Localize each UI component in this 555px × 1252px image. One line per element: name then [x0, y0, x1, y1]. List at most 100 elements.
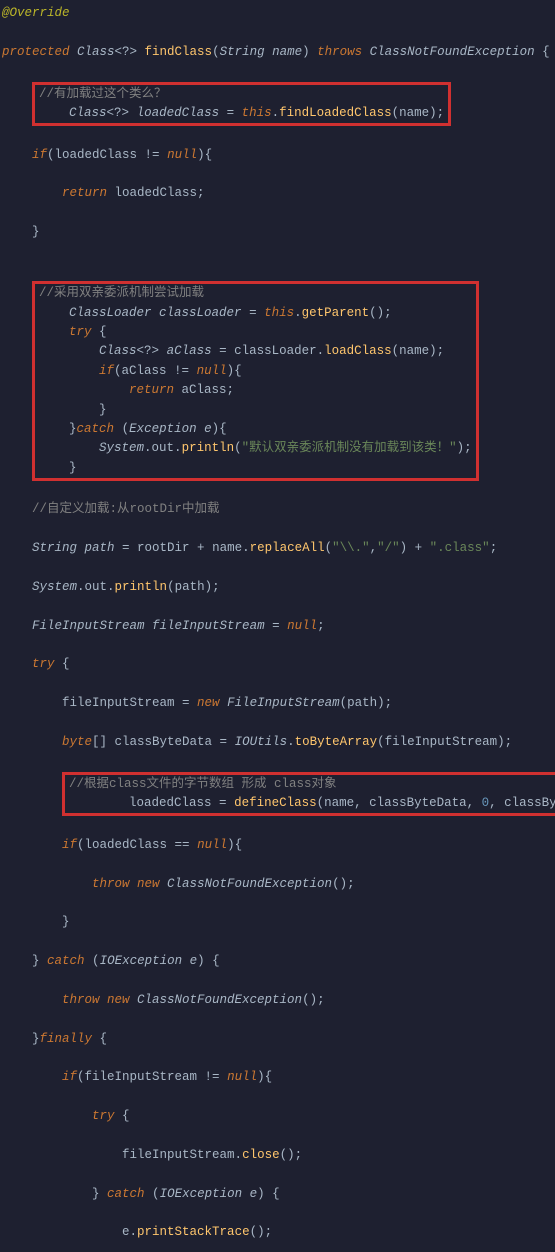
paren: (: [325, 541, 333, 555]
annotation: @Override: [2, 6, 70, 20]
brace: ){: [212, 422, 227, 436]
cond: (loadedClass !=: [47, 148, 167, 162]
var-path: path: [85, 541, 115, 555]
string-literal: ".class": [430, 541, 490, 555]
comma: ,: [370, 541, 378, 555]
kw-catch: catch: [107, 1187, 152, 1201]
brace: {: [122, 1109, 130, 1123]
kw-catch: catch: [77, 422, 122, 436]
kw-this: this: [264, 306, 294, 320]
paren: (: [234, 441, 242, 455]
kw-throws: throws: [317, 45, 370, 59]
expr: fileInputStream.: [122, 1148, 242, 1162]
generic: <?>: [115, 45, 145, 59]
brace: ){: [227, 364, 242, 378]
kw-this: this: [242, 106, 272, 120]
brace: }: [92, 1187, 107, 1201]
paren: );: [457, 441, 472, 455]
method-findclass: findClass: [145, 45, 213, 59]
type-classloader: ClassLoader: [69, 306, 159, 320]
kw-catch: catch: [47, 954, 92, 968]
var-aclass: aClass: [167, 344, 212, 358]
assign: fileInputStream =: [62, 696, 197, 710]
highlight-box-3: //根据class文件的字节数组 形成 class对象 loadedClass …: [62, 772, 555, 817]
code-editor[interactable]: @Override protected Class<?> findClass(S…: [0, 0, 555, 1252]
paren: ();: [250, 1225, 273, 1239]
string-literal: "默认双亲委派机制没有加载到该类！": [242, 441, 457, 455]
brace: }: [32, 954, 47, 968]
paren: ();: [332, 877, 355, 891]
type-class: Class: [69, 106, 107, 120]
class-system: System: [32, 580, 77, 594]
type-string: String: [32, 541, 85, 555]
concat: ) +: [400, 541, 430, 555]
kw-try: try: [69, 325, 99, 339]
kw-if: if: [32, 148, 47, 162]
string-literal: "/": [377, 541, 400, 555]
exception-param: IOException e: [160, 1187, 258, 1201]
args: (fileInputStream);: [377, 735, 512, 749]
class-system: System: [99, 441, 144, 455]
args: , classByteData.length): [489, 796, 555, 810]
kw-if: if: [99, 364, 114, 378]
expr: = classLoader.: [212, 344, 325, 358]
kw-if: if: [62, 1070, 77, 1084]
highlight-box-2: //采用双亲委派机制尝试加载 ClassLoader classLoader =…: [32, 281, 479, 481]
brace: ) {: [197, 954, 220, 968]
kw-null: null: [197, 838, 227, 852]
arr: [] classByteData =: [92, 735, 235, 749]
args: (path);: [167, 580, 220, 594]
brace: }: [32, 225, 40, 239]
return-val: loadedClass;: [115, 186, 205, 200]
eq: =: [219, 106, 242, 120]
kw-protected: protected: [2, 45, 77, 59]
paren: ): [302, 45, 317, 59]
brace: ){: [197, 148, 212, 162]
brace: ){: [257, 1070, 272, 1084]
type-fileinputstream: FileInputStream: [227, 696, 340, 710]
generic: <?>: [107, 106, 137, 120]
method-call: findLoadedClass: [279, 106, 392, 120]
kw-new: new: [197, 696, 227, 710]
paren: ();: [280, 1148, 303, 1162]
paren: ();: [302, 993, 325, 1007]
paren: (: [92, 954, 100, 968]
cond: (fileInputStream !=: [77, 1070, 227, 1084]
brace: ){: [227, 838, 242, 852]
generic: <?>: [137, 344, 167, 358]
method-close: close: [242, 1148, 280, 1162]
brace: }: [62, 915, 70, 929]
expr: e.: [122, 1225, 137, 1239]
paren: (: [122, 422, 130, 436]
dot: .: [294, 306, 302, 320]
kw-return: return: [129, 383, 182, 397]
dot-out: .out.: [77, 580, 115, 594]
highlight-box-1: //有加载过这个类么？ Class<?> loadedClass = this.…: [32, 82, 451, 127]
assign: loadedClass =: [129, 796, 234, 810]
kw-try: try: [92, 1109, 122, 1123]
dot-out: .out.: [144, 441, 182, 455]
string-literal: "\\.": [332, 541, 370, 555]
type-class: Class: [99, 344, 137, 358]
brace: }: [99, 403, 107, 417]
brace: }: [32, 1032, 40, 1046]
cond: (loadedClass ==: [77, 838, 197, 852]
brace: ) {: [257, 1187, 280, 1201]
brace: {: [542, 45, 550, 59]
type-class: Class: [77, 45, 115, 59]
method-getparent: getParent: [302, 306, 370, 320]
args: (name);: [392, 344, 445, 358]
return-val: aClass;: [182, 383, 235, 397]
method-replaceall: replaceAll: [250, 541, 325, 555]
args: (name, classByteData,: [317, 796, 482, 810]
exception-param: IOException e: [100, 954, 198, 968]
args: (path);: [340, 696, 393, 710]
param: String name: [220, 45, 303, 59]
kw-byte: byte: [62, 735, 92, 749]
comment: //自定义加载:从rootDir中加载: [32, 502, 220, 516]
method-tobytearray: toByteArray: [295, 735, 378, 749]
eq: =: [242, 306, 265, 320]
paren: ();: [369, 306, 392, 320]
brace: {: [62, 657, 70, 671]
expr: = rootDir + name.: [115, 541, 250, 555]
